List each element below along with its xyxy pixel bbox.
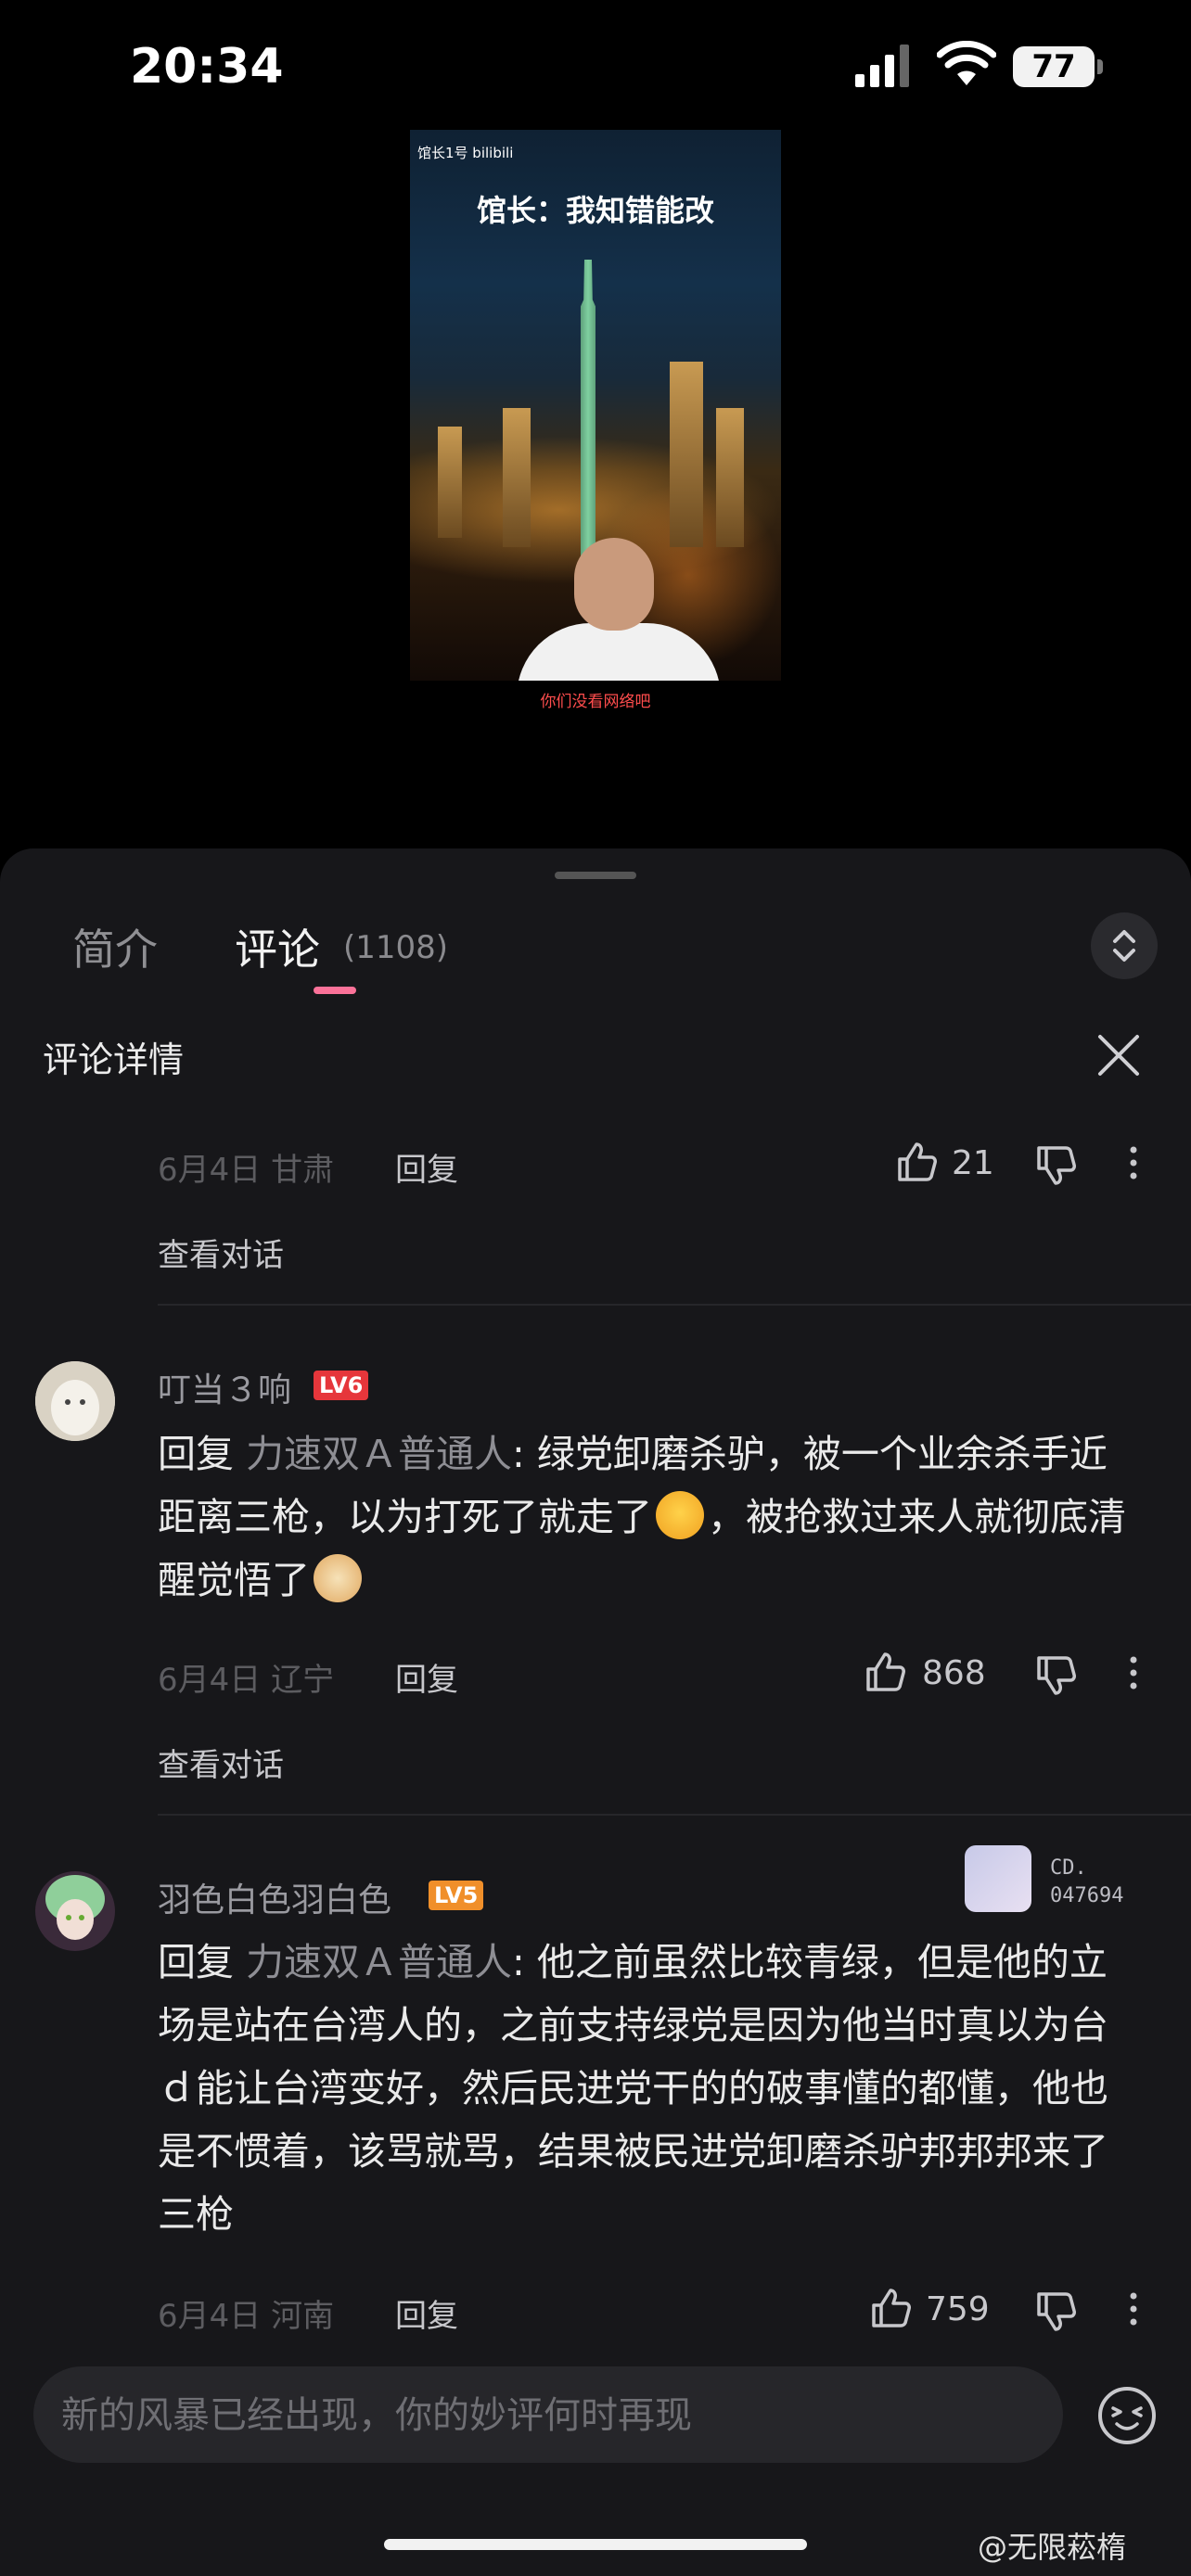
tab-active-indicator	[314, 987, 356, 994]
comment-input[interactable]	[59, 2366, 1037, 2465]
divider	[158, 1814, 1191, 1816]
divider	[158, 1304, 1191, 1306]
expand-button[interactable]	[1091, 912, 1158, 979]
like-count: 21	[952, 1144, 994, 1182]
reply-link[interactable]: 回复	[395, 1144, 458, 1190]
status-bar: 20:34 77	[0, 0, 1191, 139]
tab-intro[interactable]: 简介	[72, 916, 158, 977]
sheet-grabber[interactable]	[555, 872, 636, 879]
username[interactable]: 叮当３响	[158, 1363, 291, 1411]
reply-link[interactable]: 回复	[395, 1654, 458, 1700]
comment-meta: 6月4日 辽宁	[158, 1662, 335, 1699]
avatar[interactable]	[35, 1871, 115, 1951]
avatar[interactable]	[35, 1361, 115, 1441]
avatar-image	[35, 1361, 115, 1441]
video-title-overlay: 馆长：我知错能改	[476, 193, 714, 228]
view-conversation-link[interactable]: 查看对话	[158, 1740, 284, 1785]
building	[716, 408, 744, 547]
video-caption: 你们没看网络吧	[540, 693, 651, 711]
reply-prefix: 回复	[158, 1432, 234, 1476]
more-icon[interactable]	[1124, 1654, 1143, 1691]
signal-icon	[855, 45, 909, 87]
building	[670, 362, 703, 547]
crying-emoji-icon	[656, 1491, 704, 1539]
avatar-image	[35, 1871, 115, 1951]
emoji-icon[interactable]	[1095, 2383, 1159, 2448]
like-count: 868	[922, 1654, 986, 1692]
expand-icon	[1113, 930, 1135, 962]
wifi-icon	[937, 41, 996, 85]
fan-badge-text: CD. 047694	[1050, 1855, 1123, 1910]
building	[503, 408, 531, 547]
thumb-up-icon[interactable]	[870, 2287, 913, 2329]
thumb-down-icon[interactable]	[1035, 1654, 1078, 1697]
fan-badge-line2: 047694	[1050, 1884, 1124, 1907]
comment-meta: 6月4日 河南	[158, 2298, 335, 2335]
status-time: 20:34	[130, 39, 284, 95]
level-badge: LV6	[314, 1371, 369, 1400]
reply-prefix: 回复	[158, 1940, 234, 1984]
more-icon[interactable]	[1124, 1144, 1143, 1181]
home-indicator[interactable]	[384, 2539, 807, 2550]
more-icon[interactable]	[1124, 2290, 1143, 2327]
presenter-figure	[517, 538, 721, 681]
panel-title: 评论详情	[43, 1039, 185, 1080]
view-conversation-link[interactable]: 查看对话	[158, 1230, 284, 1275]
video-player[interactable]: 馆长1号 bilibili 馆长：我知错能改	[410, 130, 781, 681]
mention-link[interactable]: 力速双Ａ普通人	[246, 1940, 512, 1984]
comment-body: : 他之前虽然比较青绿，但是他的立场是站在台湾人的，之前支持绿党是因为他当时真以…	[158, 1940, 1108, 2237]
comment-input-container[interactable]	[33, 2366, 1063, 2465]
comment-text: 回复 力速双Ａ普通人: 他之前虽然比较青绿，但是他的立场是站在台湾人的，之前支持…	[158, 1931, 1141, 2246]
thumb-down-icon[interactable]	[1035, 1144, 1078, 1187]
comment-meta: 6月4日 甘肃	[158, 1152, 335, 1189]
thumb-up-icon[interactable]	[864, 1651, 907, 1693]
like-count: 759	[926, 2290, 990, 2328]
username[interactable]: 羽色白色羽白色	[158, 1873, 391, 1921]
thumb-up-icon[interactable]	[896, 1141, 939, 1183]
comment-text: 回复 力速双Ａ普通人: 绿党卸磨杀驴，被一个业余杀手近距离三枪，以为打死了就走了…	[158, 1422, 1141, 1612]
battery-tip	[1097, 59, 1103, 74]
mention-link[interactable]: 力速双Ａ普通人	[246, 1432, 512, 1476]
fan-badge-line1: CD.	[1050, 1856, 1087, 1880]
comment-count: (1108)	[343, 929, 449, 966]
video-uploader-tag: 馆长1号 bilibili	[417, 145, 514, 161]
close-icon[interactable]	[1093, 1029, 1145, 1081]
tab-comments[interactable]: 评论	[235, 916, 320, 977]
fan-badge-image	[965, 1845, 1031, 1912]
level-badge: LV5	[429, 1881, 484, 1910]
thumb-down-icon[interactable]	[1035, 2290, 1078, 2333]
doge-emoji-icon	[314, 1554, 362, 1602]
building	[438, 427, 462, 538]
reply-link[interactable]: 回复	[395, 2290, 458, 2336]
battery-indicator: 77	[1013, 46, 1095, 87]
watermark: @无限菘楕	[978, 2530, 1127, 2565]
